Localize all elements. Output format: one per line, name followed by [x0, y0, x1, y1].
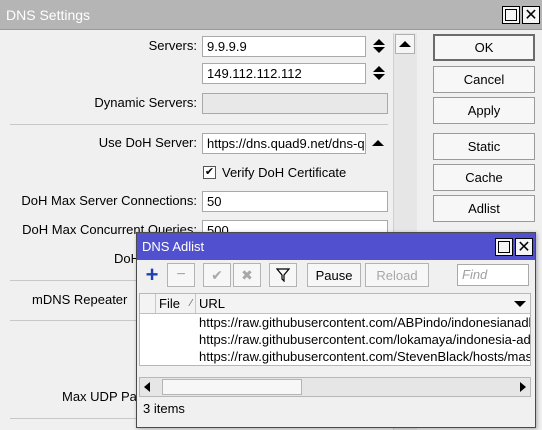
window-title: DNS Adlist [142, 239, 205, 254]
row-file [156, 348, 196, 365]
row-file [156, 314, 196, 331]
dynamic-servers-field [202, 93, 388, 114]
arrow-up-icon[interactable] [373, 66, 385, 72]
apply-button[interactable]: Apply [433, 97, 535, 124]
plus-icon: + [145, 262, 159, 287]
table-row[interactable]: https://raw.githubusercontent.com/Steven… [140, 348, 530, 365]
dns-adlist-window: DNS Adlist ✕ + − ✔ ✖ Pause Reload Find F… [136, 232, 536, 428]
row-url: https://raw.githubusercontent.com/ABPind… [199, 315, 530, 330]
maximize-icon[interactable] [502, 5, 520, 24]
column-url-label: URL [199, 296, 226, 311]
row-marker [140, 331, 156, 348]
filter-icon [276, 268, 290, 282]
servers-label: Servers: [148, 38, 197, 53]
check-icon: ✔ [204, 166, 215, 178]
row-marker-header [140, 294, 156, 313]
arrow-down-icon[interactable] [373, 74, 385, 80]
sort-desc-icon: ⁄ [190, 298, 192, 309]
separator [10, 124, 388, 125]
arrow-up-icon[interactable] [372, 140, 384, 146]
doh-max-server-connections-label: DoH Max Server Connections: [21, 193, 197, 208]
column-header-url[interactable]: URL [196, 294, 510, 313]
row-url: https://raw.githubusercontent.com/lokama… [199, 332, 530, 347]
verify-doh-label: Verify DoH Certificate [222, 165, 347, 180]
table-row[interactable]: https://raw.githubusercontent.com/ABPind… [140, 314, 530, 331]
arrow-up-icon[interactable] [373, 39, 385, 45]
table-row[interactable]: https://raw.githubusercontent.com/lokama… [140, 331, 530, 348]
row-url: https://raw.githubusercontent.com/Steven… [199, 349, 530, 364]
cancel-button[interactable]: Cancel [433, 66, 535, 93]
row-marker [140, 348, 156, 365]
doh-collapse-toggle[interactable] [372, 140, 384, 146]
separator [10, 320, 136, 321]
disable-button[interactable]: ✖ [233, 263, 261, 287]
item-count-status: 3 items [143, 401, 185, 416]
column-header-file[interactable]: File ⁄ [156, 294, 196, 313]
close-icon[interactable]: ✕ [522, 5, 540, 24]
doh-server-input[interactable]: https://dns.quad9.net/dns-q [202, 133, 366, 154]
scroll-thumb[interactable] [162, 379, 302, 395]
separator [10, 280, 136, 281]
arrow-left-icon[interactable] [144, 382, 150, 392]
table-body: https://raw.githubusercontent.com/ABPind… [140, 314, 530, 365]
reload-button[interactable]: Reload [365, 263, 429, 287]
static-button[interactable]: Static [433, 133, 535, 160]
scroll-up-button[interactable] [395, 34, 415, 54]
filter-button[interactable] [269, 263, 297, 287]
adlist-table: File ⁄ URL https://raw.githubusercontent… [139, 293, 531, 366]
cache-button[interactable]: Cache [433, 164, 535, 191]
separator [10, 418, 136, 419]
column-menu-button[interactable] [510, 294, 530, 313]
doh-max-server-connections-field[interactable]: 50 [202, 191, 388, 212]
dynamic-servers-label: Dynamic Servers: [94, 95, 197, 110]
window-title: DNS Settings [6, 6, 91, 23]
adlist-button[interactable]: Adlist [433, 195, 535, 222]
ok-button[interactable]: OK [433, 34, 535, 61]
arrow-up-icon [399, 41, 411, 47]
dns-adlist-titlebar[interactable]: DNS Adlist ✕ [137, 233, 535, 260]
arrow-right-icon[interactable] [520, 382, 526, 392]
x-icon: ✖ [241, 266, 253, 283]
use-doh-server-label: Use DoH Server: [98, 135, 197, 150]
horizontal-scrollbar[interactable] [139, 377, 531, 397]
arrow-down-icon[interactable] [373, 47, 385, 53]
dns-settings-titlebar[interactable]: DNS Settings ✕ [0, 0, 542, 30]
row-file [156, 331, 196, 348]
minus-icon: − [176, 266, 186, 283]
mdns-repeater-label: mDNS Repeater [32, 292, 128, 307]
remove-button[interactable]: − [167, 263, 195, 287]
column-file-label: File [159, 296, 180, 311]
enable-button[interactable]: ✔ [203, 263, 231, 287]
verify-doh-certificate[interactable]: ✔ Verify DoH Certificate [203, 165, 346, 180]
max-udp-packet-label: Max UDP Pa [62, 389, 137, 404]
verify-doh-checkbox[interactable]: ✔ [203, 166, 216, 179]
pause-button[interactable]: Pause [307, 263, 361, 287]
check-icon: ✔ [211, 266, 223, 283]
table-header: File ⁄ URL [140, 294, 530, 314]
maximize-icon[interactable] [495, 237, 513, 256]
server-2-spinner[interactable] [372, 66, 386, 80]
server-1-spinner[interactable] [372, 39, 386, 53]
server-field-2[interactable]: 149.112.112.112 [202, 63, 366, 84]
close-icon[interactable]: ✕ [515, 237, 533, 256]
row-marker [140, 314, 156, 331]
find-input[interactable]: Find [457, 264, 529, 286]
add-button[interactable]: + [139, 263, 165, 287]
server-field-1[interactable]: 9.9.9.9 [202, 36, 366, 57]
dropdown-icon [514, 300, 526, 307]
